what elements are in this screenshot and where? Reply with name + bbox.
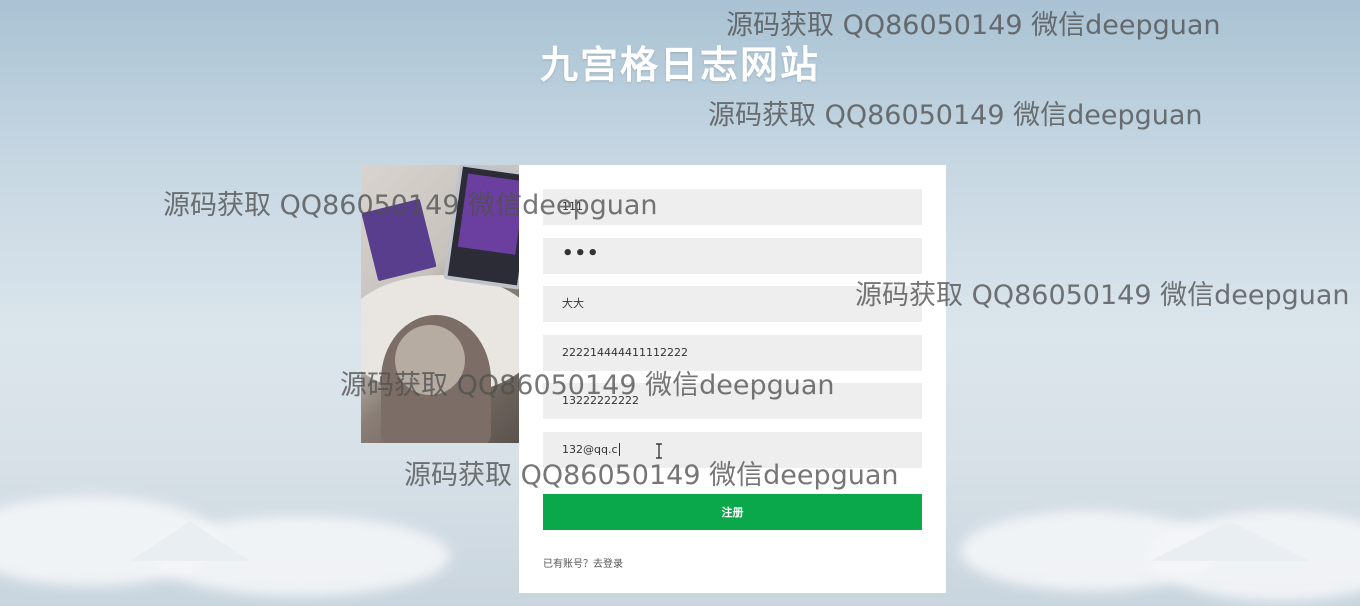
watermark-2: 源码获取 QQ86050149 微信deepguan <box>708 100 1203 131</box>
register-button[interactable]: 注册 <box>543 494 922 530</box>
watermark-5: 源码获取 QQ86050149 微信deepguan <box>340 370 835 401</box>
go-login-link[interactable]: 已有账号？去登录 <box>543 555 623 570</box>
page-title: 九宫格日志网站 <box>539 43 820 87</box>
password-input[interactable]: ••• <box>543 238 922 274</box>
watermark-3: 源码获取 QQ86050149 微信deepguan <box>163 190 658 221</box>
watermark-4: 源码获取 QQ86050149 微信deepguan <box>855 280 1350 311</box>
watermark-1: 源码获取 QQ86050149 微信deepguan <box>726 10 1221 41</box>
watermark-6: 源码获取 QQ86050149 微信deepguan <box>404 460 899 491</box>
